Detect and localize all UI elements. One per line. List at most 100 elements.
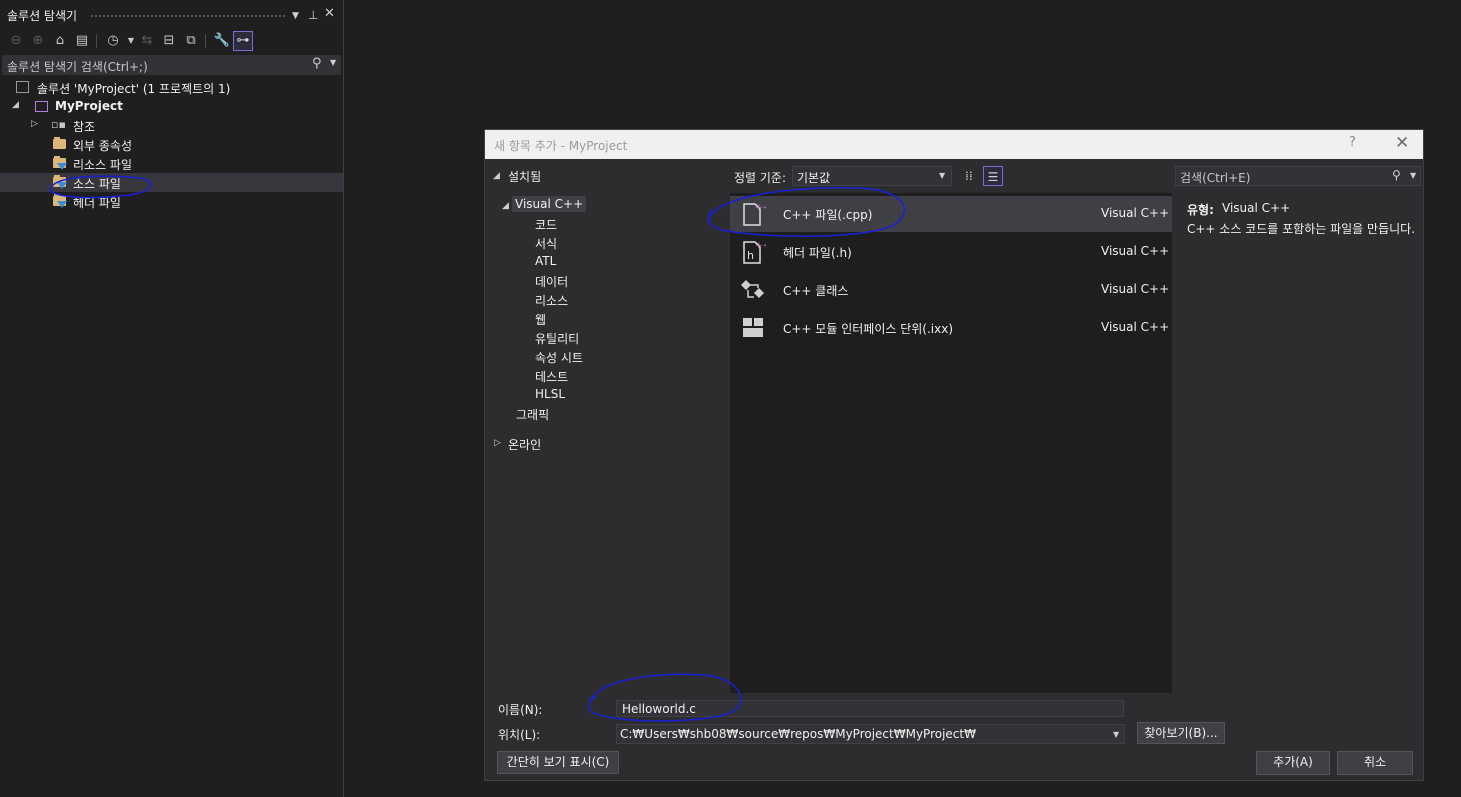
search-icon[interactable]: ⚲ [1392, 168, 1401, 182]
window-position-dropdown-icon[interactable]: ▼ [292, 9, 299, 23]
type-label: 유형: [1187, 203, 1214, 217]
tree-item-label: 참조 [73, 120, 96, 134]
tree-item-label: 솔루션 'MyProject' (1 프로젝트의 1) [37, 82, 231, 96]
tree-item-label: ATL [535, 254, 557, 268]
tree-item-resource[interactable]: 리소스 [535, 292, 568, 311]
drag-grip[interactable] [90, 14, 286, 18]
tree-item-resource-files[interactable]: 리소스 파일 [0, 154, 343, 173]
template-cpp-module[interactable]: C++ 모듈 인터페이스 단위(.ixx) Visual C++ [730, 310, 1172, 346]
tree-item-utility[interactable]: 유틸리티 [535, 330, 579, 349]
template-language: Visual C++ [1101, 244, 1170, 258]
solution-explorer-titlebar: 솔루션 탐색기 ▼ ⊥ ✕ [0, 0, 343, 30]
tree-item-references[interactable]: ▷ ▫▪ 참조 [0, 116, 343, 135]
cancel-button[interactable]: 취소 [1337, 751, 1413, 775]
tree-item-format[interactable]: 서식 [535, 235, 557, 254]
switch-views-icon[interactable]: ▤ [73, 32, 91, 50]
tree-item-external-dependencies[interactable]: 외부 종속성 [0, 135, 343, 154]
template-description: C++ 소스 코드를 포함하는 파일을 만듭니다. [1187, 222, 1416, 236]
toolbar-separator [96, 34, 97, 48]
tree-item-solution[interactable]: 솔루션 'MyProject' (1 프로젝트의 1) [0, 78, 343, 97]
tree-item-graphics[interactable]: 그래픽 [516, 406, 549, 425]
tree-item-label: 유틸리티 [535, 332, 580, 346]
template-name: 헤더 파일(.h) [783, 246, 852, 260]
tree-item-project[interactable]: ◢ MyProject [0, 97, 343, 116]
preview-selected-icon[interactable]: ⊶ [233, 31, 253, 51]
filter-folder-icon [53, 156, 67, 170]
list-view-icon[interactable]: ☰ [983, 166, 1003, 186]
collapsed-triangle-icon[interactable]: ▷ [31, 119, 38, 129]
compact-view-button[interactable]: 간단히 보기 표시(C) [497, 751, 619, 774]
search-placeholder: 솔루션 탐색기 검색(Ctrl+;) [7, 60, 148, 74]
tree-item-label: 소스 파일 [73, 177, 121, 191]
tree-item-label: Visual C++ [512, 196, 587, 212]
type-value: Visual C++ [1222, 201, 1291, 215]
tree-item-label: 그래픽 [516, 408, 550, 422]
add-button[interactable]: 추가(A) [1256, 751, 1330, 775]
svg-text:++: ++ [755, 241, 766, 251]
expanded-triangle-icon[interactable]: ◢ [12, 100, 19, 110]
solution-explorer-search[interactable]: 솔루션 탐색기 검색(Ctrl+;) ⚲ ▼ [2, 55, 341, 75]
collapse-all-icon[interactable]: ⊟ [160, 32, 178, 50]
pin-icon[interactable]: ⊥ [308, 8, 318, 22]
name-input[interactable] [616, 700, 1124, 717]
sort-dropdown[interactable]: 기본값 ▼ [792, 166, 952, 186]
chevron-down-icon: ▼ [1113, 730, 1120, 739]
svg-text:++: ++ [755, 203, 766, 213]
search-options-dropdown-icon[interactable]: ▼ [1410, 171, 1416, 180]
tree-item-data[interactable]: 데이터 [535, 273, 568, 292]
cpp-file-icon: ++ [743, 203, 766, 226]
tree-item-label: 코드 [535, 218, 558, 232]
collapsed-triangle-icon[interactable]: ▷ [494, 438, 501, 448]
browse-button[interactable]: 찾아보기(B)... [1137, 722, 1225, 744]
tree-item-source-files[interactable]: 소스 파일 [0, 173, 343, 192]
expanded-triangle-icon[interactable]: ◢ [493, 171, 500, 181]
home-icon[interactable]: ⌂ [51, 32, 69, 50]
name-label: 이름(N): [498, 703, 543, 717]
dialog-titlebar[interactable]: 새 항목 추가 - MyProject ? ✕ [485, 130, 1423, 159]
template-language: Visual C++ [1101, 320, 1170, 334]
template-search-input[interactable]: 검색(Ctrl+E) ⚲ ▼ [1175, 166, 1421, 186]
pending-changes-icon[interactable]: ◷ [104, 32, 122, 50]
module-icon [743, 318, 763, 337]
search-options-dropdown-icon[interactable]: ▼ [330, 58, 336, 67]
location-value: C:₩Users₩shb08₩source₩repos₩MyProject₩My… [620, 727, 976, 741]
tree-item-label: 헤더 파일 [73, 196, 121, 210]
back-icon[interactable]: ⊖ [7, 32, 25, 50]
tree-item-visual-cpp[interactable]: Visual C++ [512, 196, 587, 216]
tree-item-property-sheet[interactable]: 속성 시트 [535, 349, 583, 368]
cpp-project-icon [35, 101, 48, 112]
template-name: C++ 모듈 인터페이스 단위(.ixx) [783, 322, 954, 336]
tree-item-installed[interactable]: 설치됨 [508, 168, 541, 187]
location-dropdown[interactable]: C:₩Users₩shb08₩source₩repos₩MyProject₩My… [616, 724, 1125, 744]
show-all-files-icon[interactable]: ⧉ [182, 32, 200, 50]
tree-item-label: 설치됨 [508, 170, 542, 184]
tree-item-code[interactable]: 코드 [535, 216, 557, 235]
forward-icon[interactable]: ⊕ [29, 32, 47, 50]
template-language: Visual C++ [1101, 282, 1170, 296]
search-icon[interactable]: ⚲ [312, 56, 328, 72]
header-file-icon: h ++ [743, 241, 766, 264]
close-icon[interactable]: ✕ [324, 7, 335, 21]
tree-item-hlsl[interactable]: HLSL [535, 387, 565, 406]
toolbar-separator [205, 34, 206, 48]
sync-icon[interactable]: ⇆ [138, 32, 156, 50]
template-header-file[interactable]: h ++ 헤더 파일(.h) Visual C++ [730, 234, 1172, 270]
tree-item-header-files[interactable]: 헤더 파일 [0, 192, 343, 211]
dialog-close-button[interactable]: ✕ [1395, 133, 1409, 153]
location-label: 위치(L): [498, 728, 541, 742]
tree-item-test[interactable]: 테스트 [535, 368, 568, 387]
tree-item-online[interactable]: 온라인 [508, 436, 541, 455]
template-details-pane: 검색(Ctrl+E) ⚲ ▼ 유형: Visual C++ C++ 소스 코드를… [1174, 160, 1423, 694]
expanded-triangle-icon[interactable]: ◢ [502, 201, 509, 211]
template-cpp-file[interactable]: ++ C++ 파일(.cpp) Visual C++ [730, 196, 1172, 232]
properties-wrench-icon[interactable]: 🔧 [213, 32, 231, 50]
tree-item-web[interactable]: 웹 [535, 311, 546, 330]
grid-view-icon[interactable]: ⁞⁞ [960, 167, 978, 185]
help-button[interactable]: ? [1349, 135, 1356, 150]
tree-item-label: 데이터 [535, 275, 569, 289]
tree-item-atl[interactable]: ATL [535, 254, 556, 273]
tree-item-label: HLSL [535, 387, 566, 401]
tree-item-label: 속성 시트 [535, 351, 583, 365]
tree-item-label: 리소스 [535, 294, 569, 308]
template-cpp-class[interactable]: C++ 클래스 Visual C++ [730, 272, 1172, 308]
